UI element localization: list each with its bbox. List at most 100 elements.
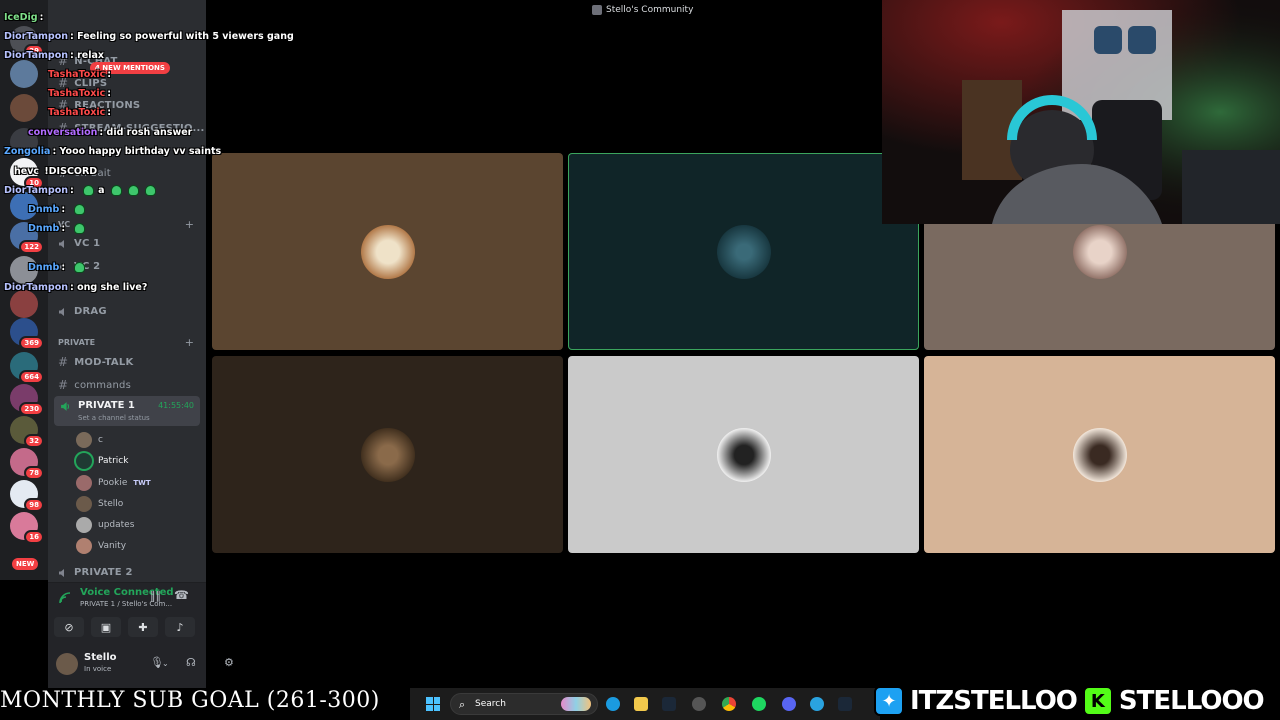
channel-item[interactable]: # commands (58, 378, 131, 392)
chat-message: IceDig: (4, 12, 44, 23)
speaker-icon (59, 568, 64, 577)
participant-avatar (1073, 225, 1127, 279)
server-icon (592, 5, 602, 15)
spotify-icon[interactable] (752, 697, 766, 711)
webcam-feed (882, 0, 1280, 224)
avatar (76, 538, 92, 554)
add-channel-icon[interactable]: + (185, 336, 194, 349)
avatar[interactable] (56, 653, 78, 675)
window-title: Stello's Community (606, 5, 694, 15)
chrome-icon[interactable] (722, 697, 736, 711)
avatar (76, 517, 92, 533)
telegram-icon[interactable] (810, 697, 824, 711)
taskbar-search[interactable]: ⌕ Search (450, 693, 598, 715)
pepe-emote-icon (83, 185, 95, 196)
steam-icon[interactable] (838, 697, 852, 711)
twitter-icon: ✦ (874, 686, 904, 716)
webcam-overlay (882, 0, 1280, 224)
voice-channel-item[interactable]: DRAG (58, 306, 107, 317)
voice-panel: Voice Connected PRIVATE 1 / Stello's Com… (48, 582, 206, 640)
steam-icon[interactable] (662, 697, 676, 711)
disconnect-icon[interactable]: ☎ (174, 588, 189, 602)
server-icon[interactable]: 98 (10, 480, 44, 512)
server-icon[interactable]: 369 (10, 318, 44, 350)
voice-user[interactable]: c (76, 432, 103, 448)
mention-badge: 369 (19, 336, 44, 350)
mention-badge: 78 (24, 466, 44, 480)
server-icon[interactable]: 78 (10, 448, 44, 480)
avatar (76, 475, 92, 491)
noise-suppression-icon[interactable]: ‖‖ (150, 589, 161, 602)
server-icon[interactable]: 230 (10, 384, 44, 416)
pepe-emote-icon (74, 262, 86, 273)
camera-off-icon[interactable]: ⊘ (54, 617, 84, 637)
chat-message: DiorTampon: Feeling so powerful with 5 v… (4, 31, 294, 42)
screen: 29 10 122 369 664 230 32 78 98 16 NEW # N… (0, 0, 1280, 720)
app-icon[interactable] (692, 697, 706, 711)
soundboard-icon[interactable]: ♪ (165, 617, 195, 637)
participant-avatar (717, 428, 771, 482)
server-icon[interactable]: 32 (10, 416, 44, 448)
participant-avatar (717, 225, 771, 279)
settings-icon[interactable]: ⚙ (224, 656, 234, 669)
chat-message: DiorTampon: relax (4, 50, 105, 61)
discord-icon[interactable] (782, 697, 796, 711)
chat-message: TashaToxic: (48, 88, 112, 99)
speaker-icon (61, 402, 70, 411)
voice-user[interactable]: Stello (76, 496, 123, 512)
user-status: In voice (84, 665, 112, 673)
participant-avatar (1073, 428, 1127, 482)
social-handles: ✦ ITZSTELLOO K STELLOOO (874, 682, 1266, 720)
voice-user[interactable]: Patrick (76, 453, 128, 469)
mention-badge: 98 (24, 498, 44, 512)
user-panel: Stello In voice 🎙 ⌄ ☊ ⚙ (48, 640, 234, 688)
chat-message: DiorTampon: a (4, 185, 156, 196)
title-bar: Stello's Community (206, 0, 882, 22)
video-tile[interactable] (924, 356, 1275, 553)
voice-user[interactable]: Vanity (76, 538, 126, 554)
screen-share-icon[interactable]: ▣ (91, 617, 121, 637)
chevron-down-icon[interactable]: ⌄ (162, 659, 169, 668)
channel-item[interactable]: # MOD-TALK (58, 355, 133, 369)
activities-icon[interactable]: ✚ (128, 617, 158, 637)
avatar (76, 453, 92, 469)
channel-status[interactable]: Set a channel status (78, 414, 150, 422)
voice-user[interactable]: Pookie TWT (76, 475, 151, 491)
chat-message: Dnmb: (28, 204, 86, 215)
pepe-emote-icon (127, 185, 139, 196)
participant-avatar (361, 428, 415, 482)
video-tile[interactable] (568, 356, 919, 553)
avatar (76, 432, 92, 448)
chat-message: Dnmb: (28, 223, 86, 234)
category-private[interactable]: PRIVATE (58, 338, 95, 347)
video-tile[interactable] (568, 153, 919, 350)
kick-icon: K (1082, 686, 1113, 716)
chat-message: DiorTampon: ong she live? (4, 282, 148, 293)
windows-start-icon[interactable] (426, 697, 440, 711)
signal-icon[interactable] (58, 591, 72, 605)
chat-message: conversation: did rosh answer (28, 127, 193, 138)
kick-handle: STELLOOO (1118, 685, 1266, 717)
edge-icon[interactable] (606, 697, 620, 711)
new-pill: NEW (12, 558, 39, 570)
headphones-icon[interactable]: ☊ (186, 656, 196, 669)
chat-message: Dnmb: (28, 262, 86, 273)
channel-name: PRIVATE 1 (78, 400, 135, 411)
chat-message: TashaToxic: (48, 107, 112, 118)
twitter-handle: ITZSTELLOO (909, 685, 1079, 717)
chat-overlay: IceDig: DiorTampon: Feeling so powerful … (0, 0, 294, 300)
voice-user[interactable]: updates (76, 517, 134, 533)
search-highlight-icon (561, 697, 591, 711)
user-tag: TWT (133, 479, 151, 487)
username[interactable]: Stello (84, 652, 117, 663)
active-voice-channel[interactable]: PRIVATE 1 41:55:40 Set a channel status (54, 396, 200, 426)
file-explorer-icon[interactable] (634, 697, 648, 711)
mention-badge: 230 (19, 402, 44, 416)
speaker-icon (59, 307, 64, 316)
server-icon[interactable]: 16 (10, 512, 44, 544)
mention-badge: 32 (24, 434, 44, 448)
video-tile[interactable] (212, 356, 563, 553)
voice-channel-item[interactable]: PRIVATE 2 (58, 567, 133, 578)
server-icon[interactable]: 664 (10, 352, 44, 384)
avatar (76, 496, 92, 512)
